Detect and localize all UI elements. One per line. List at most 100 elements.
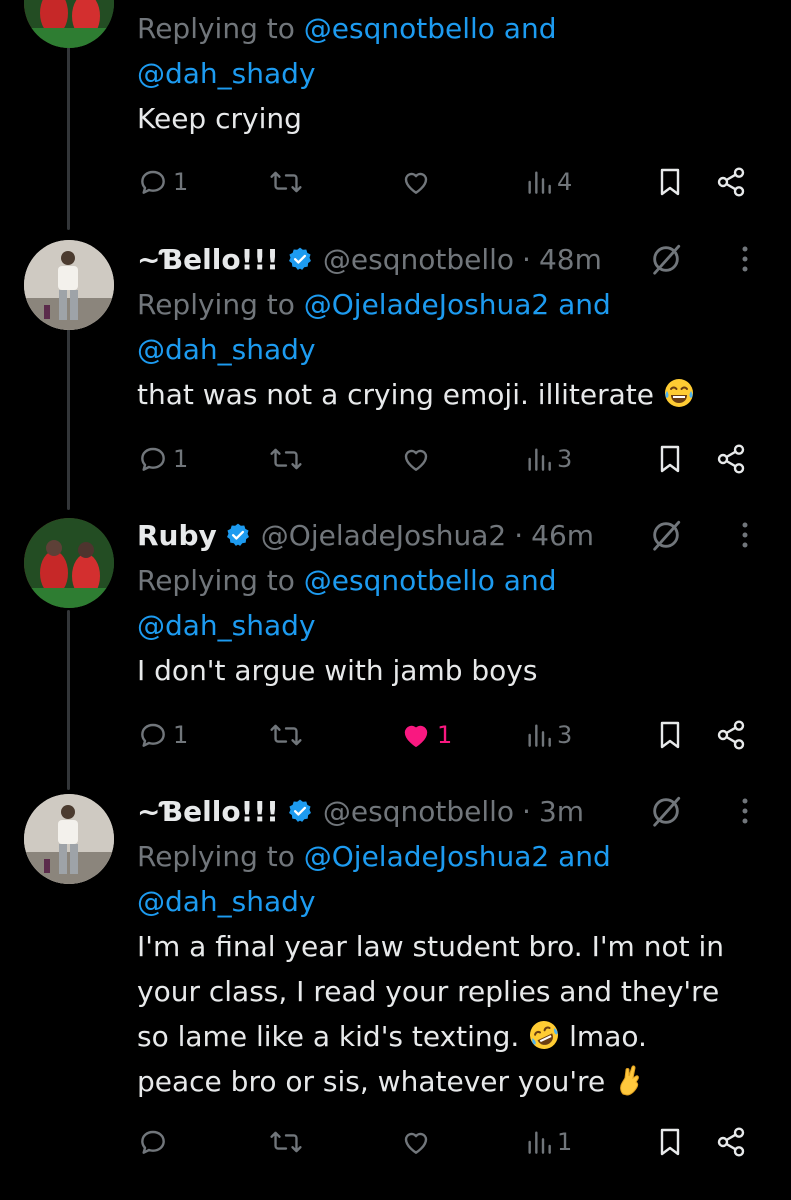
retweet-icon: [270, 1131, 302, 1153]
avatar[interactable]: [24, 518, 114, 608]
reply-button[interactable]: 1: [137, 162, 188, 202]
tweet-text-line: your class, I read your replies and they…: [137, 975, 720, 1008]
mention-link[interactable]: @dah_shady: [137, 609, 316, 642]
mention-link[interactable]: @OjeladeJoshua2: [304, 288, 549, 321]
tweet-text: Keep crying: [137, 102, 302, 135]
retweet-button[interactable]: [269, 1122, 303, 1162]
more-icon[interactable]: [741, 798, 749, 824]
bookmark-icon: [660, 168, 680, 196]
timestamp[interactable]: 48m: [539, 243, 602, 276]
avatar[interactable]: [24, 240, 114, 330]
like-icon: [404, 1132, 428, 1154]
more-icon[interactable]: [741, 522, 749, 548]
avatar-image-icon: [24, 240, 114, 330]
tears-of-joy-emoji-icon: [664, 379, 693, 407]
replying-and: and: [549, 840, 611, 873]
share-button[interactable]: [715, 1122, 747, 1162]
reply-count: 1: [173, 445, 189, 473]
bookmark-icon: [660, 1128, 680, 1156]
reply-icon: [141, 723, 165, 747]
crossed-fingers-emoji-icon: [620, 1065, 639, 1096]
replying-and: and: [494, 564, 557, 597]
views-count: 4: [557, 168, 573, 196]
views-button[interactable]: 3: [525, 715, 572, 755]
bookmark-button[interactable]: [655, 439, 685, 479]
more-icon[interactable]: [741, 246, 749, 272]
display-name[interactable]: ~Ɓello!!!: [137, 243, 279, 276]
handle[interactable]: @OjeladeJoshua2: [261, 519, 506, 552]
reply-button[interactable]: 1: [137, 715, 188, 755]
reply-count: 1: [173, 721, 189, 749]
replying-prefix: Replying to: [137, 12, 304, 45]
views-count: 3: [557, 445, 573, 473]
handle[interactable]: @esqnotbello: [323, 795, 514, 828]
display-name[interactable]: ~Ɓello!!!: [137, 795, 279, 828]
grok-icon[interactable]: [649, 794, 683, 828]
tweet-actions: 1: [137, 1122, 757, 1162]
avatar[interactable]: [24, 0, 114, 48]
retweet-button[interactable]: [269, 162, 303, 202]
bookmark-button[interactable]: [655, 162, 685, 202]
bookmark-icon: [660, 721, 680, 749]
mention-link[interactable]: @esqnotbello: [304, 12, 495, 45]
bookmark-button[interactable]: [655, 1122, 685, 1162]
tweet-text-segment: peace bro or sis, whatever you're: [137, 1065, 606, 1098]
share-icon: [717, 1127, 745, 1157]
share-button[interactable]: [715, 162, 747, 202]
mention-link[interactable]: @dah_shady: [137, 885, 316, 918]
like-button[interactable]: [399, 439, 433, 479]
share-button[interactable]: [715, 439, 747, 479]
tweet-text: I don't argue with jamb boys: [137, 654, 538, 687]
mention-link[interactable]: @dah_shady: [137, 333, 316, 366]
tweet-1[interactable]: Replying to @esqnotbello and @dah_shady …: [0, 0, 791, 220]
verified-badge-icon: [226, 523, 249, 546]
like-icon: [404, 449, 428, 471]
reply-button[interactable]: [137, 1122, 169, 1162]
tweet-text-segment: lmao.: [560, 1020, 647, 1053]
like-count: 1: [437, 721, 453, 749]
like-button[interactable]: [399, 162, 433, 202]
tweet-text-segment: so lame like a kid's texting.: [137, 1020, 520, 1053]
reply-icon: [141, 447, 165, 471]
tweet-2[interactable]: ~Ɓello!!! @esqnotbello · 48m Replying to…: [0, 236, 791, 516]
retweet-button[interactable]: [269, 715, 303, 755]
display-name[interactable]: Ruby: [137, 519, 217, 552]
mention-link[interactable]: @OjeladeJoshua2: [304, 840, 549, 873]
replying-to: Replying to @esqnotbello and @dah_shady: [137, 558, 761, 648]
avatar-image-icon: [24, 518, 114, 608]
like-button[interactable]: [399, 1122, 433, 1162]
reply-icon: [141, 170, 165, 194]
tweet-text: I'm a final year law student bro. I'm no…: [137, 924, 761, 1104]
views-button[interactable]: 1: [525, 1122, 572, 1162]
tweet-3[interactable]: Ruby @OjeladeJoshua2 · 46m Replying to @…: [0, 512, 791, 792]
tweet-actions: 1 3: [137, 439, 757, 479]
grok-icon[interactable]: [649, 518, 683, 552]
like-button[interactable]: 1: [399, 715, 452, 755]
share-button[interactable]: [715, 715, 747, 755]
replying-to: Replying to @OjeladeJoshua2 and @dah_sha…: [137, 282, 761, 372]
tweet-text-content: that was not a crying emoji. illiterate: [137, 378, 654, 411]
like-icon-filled: [404, 725, 428, 747]
retweet-button[interactable]: [269, 439, 303, 479]
timestamp[interactable]: 46m: [531, 519, 594, 552]
grok-icon[interactable]: [649, 242, 683, 276]
mention-link[interactable]: @esqnotbello: [304, 564, 495, 597]
mention-link[interactable]: @dah_shady: [137, 57, 316, 90]
bookmark-button[interactable]: [655, 715, 685, 755]
handle[interactable]: @esqnotbello: [323, 243, 514, 276]
reply-icon: [141, 1130, 165, 1154]
tweet-4[interactable]: ~Ɓello!!! @esqnotbello · 3m Replying to …: [0, 788, 791, 1188]
tweet-actions: 1 4: [137, 162, 757, 202]
timestamp[interactable]: 3m: [539, 795, 584, 828]
views-button[interactable]: 3: [525, 439, 572, 479]
avatar[interactable]: [24, 794, 114, 884]
tweet-text-line: I'm a final year law student bro. I'm no…: [137, 930, 724, 963]
retweet-icon: [270, 448, 302, 470]
bookmark-icon: [660, 445, 680, 473]
views-button[interactable]: 4: [525, 162, 572, 202]
replying-prefix: Replying to: [137, 288, 304, 321]
share-icon: [717, 720, 745, 750]
reply-button[interactable]: 1: [137, 439, 188, 479]
views-count: 3: [557, 721, 573, 749]
tweet-text-line: peace bro or sis, whatever you're: [137, 1059, 761, 1104]
